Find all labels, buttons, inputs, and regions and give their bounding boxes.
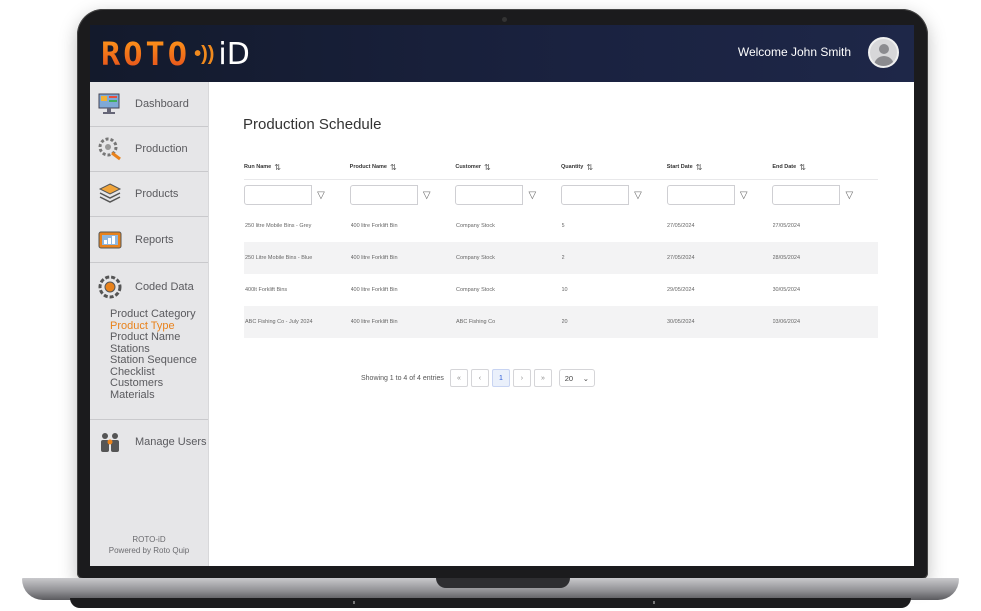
- first-page-button[interactable]: «: [449, 369, 468, 387]
- sidebar-footer: ROTO-iD Powered by Roto Quip: [90, 534, 208, 556]
- filter-input-customer[interactable]: [455, 185, 524, 205]
- sidebar-item-production[interactable]: Production: [90, 127, 208, 172]
- filter-input-end-date[interactable]: [772, 185, 841, 205]
- footer-app-name: ROTO-iD: [132, 535, 166, 544]
- filter-input-quantity[interactable]: [561, 185, 630, 205]
- page-title: Production Schedule: [243, 116, 382, 133]
- table-header: Run Name ⇅ Product Name ⇅ Customer ⇅ Quanti…: [244, 155, 878, 180]
- page-1-button[interactable]: 1: [491, 369, 510, 387]
- products-icon: [97, 181, 123, 207]
- sort-icon: ⇅: [695, 162, 703, 172]
- filter-icon[interactable]: ▽: [735, 185, 753, 205]
- pagination-info: Showing 1 to 4 of 4 entries: [361, 374, 444, 382]
- sidebar-item-label: Production: [135, 143, 188, 155]
- logo-id-text: iD: [218, 36, 250, 72]
- table-row[interactable]: 250 Litre Mobile Bins - Blue 400 litre F…: [244, 242, 878, 274]
- chevron-down-icon: ⌄: [582, 373, 590, 383]
- filter-row: ▽ ▽ ▽ ▽ ▽ ▽: [244, 180, 878, 210]
- next-page-button[interactable]: ›: [512, 369, 531, 387]
- logo-roto-text: ROTO: [101, 35, 191, 73]
- column-header-end-date[interactable]: End Date ⇅: [772, 163, 878, 172]
- sidebar-item-label: Reports: [135, 234, 174, 246]
- last-page-button[interactable]: »: [533, 369, 552, 387]
- table-row[interactable]: 400lt Forklift Bins 400 litre Forklift B…: [244, 274, 878, 306]
- column-header-run-name[interactable]: Run Name ⇅: [244, 163, 350, 172]
- table-row[interactable]: ABC Fishing Co - July 2024 400 litre For…: [244, 306, 878, 338]
- sidebar-item-label: Dashboard: [135, 98, 189, 110]
- sidebar: Dashboard Production Products Reports Co…: [90, 82, 209, 566]
- sidebar-item-label: Products: [135, 188, 179, 200]
- screen: ROTO •)) iD Welcome John Smith Dashboard…: [90, 25, 914, 566]
- column-header-product-name[interactable]: Product Name ⇅: [350, 163, 456, 172]
- welcome-text: Welcome John Smith: [737, 45, 851, 59]
- user-avatar-icon[interactable]: [868, 37, 899, 68]
- laptop-notch: [436, 578, 570, 588]
- submenu-item-product-name[interactable]: Product Name: [110, 331, 197, 344]
- coded-data-submenu: Product Category Product Type Product Na…: [110, 308, 197, 402]
- roto-id-logo[interactable]: ROTO •)) iD: [101, 31, 250, 77]
- footer-powered-by: Powered by Roto Quip: [108, 546, 190, 555]
- production-icon: [97, 136, 123, 162]
- production-schedule-table: Run Name ⇅ Product Name ⇅ Customer ⇅ Quanti…: [244, 155, 878, 338]
- submenu-item-product-category[interactable]: Product Category: [110, 308, 197, 321]
- dashboard-icon: [97, 91, 123, 117]
- pagination: Showing 1 to 4 of 4 entries « ‹ 1 › » 20…: [361, 369, 595, 387]
- sidebar-item-manage-users[interactable]: Manage Users: [90, 419, 208, 464]
- filter-icon[interactable]: ▽: [629, 185, 647, 205]
- sort-icon: ⇅: [484, 162, 491, 172]
- sidebar-item-coded-data[interactable]: Coded Data: [90, 264, 208, 309]
- sidebar-item-products[interactable]: Products: [90, 172, 208, 217]
- sort-icon: ⇅: [586, 162, 594, 172]
- coded-data-icon: [97, 274, 123, 300]
- signal-icon: •)): [194, 42, 215, 65]
- reports-icon: [97, 227, 123, 253]
- table-row[interactable]: 250 litre Mobile Bins - Grey 400 litre F…: [244, 210, 878, 242]
- sidebar-item-label: Coded Data: [135, 280, 194, 293]
- submenu-item-customers[interactable]: Customers: [110, 377, 197, 390]
- sort-icon: ⇅: [274, 162, 281, 172]
- filter-input-run-name[interactable]: [244, 185, 312, 205]
- sidebar-item-reports[interactable]: Reports: [90, 218, 208, 263]
- filter-icon[interactable]: ▽: [523, 185, 541, 205]
- main-content: Production Schedule Run Name ⇅ Product Na…: [209, 82, 914, 566]
- filter-icon[interactable]: ▽: [418, 185, 436, 205]
- filter-input-product-name[interactable]: [349, 185, 418, 205]
- app-header: ROTO •)) iD Welcome John Smith: [90, 25, 914, 82]
- column-header-quantity[interactable]: Quantity ⇅: [561, 163, 667, 172]
- sort-icon: ⇅: [799, 162, 806, 172]
- filter-input-start-date[interactable]: [666, 185, 735, 205]
- page-size-select[interactable]: 20 ⌄: [558, 369, 595, 387]
- manage-users-icon: [97, 429, 123, 455]
- submenu-item-station-sequence[interactable]: Station Sequence: [110, 354, 197, 367]
- sidebar-item-label: Manage Users: [135, 436, 207, 448]
- sidebar-item-dashboard[interactable]: Dashboard: [90, 82, 208, 127]
- sort-icon: ⇅: [389, 162, 397, 172]
- laptop-feet: [70, 598, 911, 608]
- filter-icon[interactable]: ▽: [312, 185, 330, 205]
- column-header-customer[interactable]: Customer ⇅: [455, 163, 561, 172]
- laptop-camera: [502, 17, 507, 22]
- prev-page-button[interactable]: ‹: [470, 369, 489, 387]
- column-header-start-date[interactable]: Start Date ⇅: [667, 163, 773, 172]
- filter-icon[interactable]: ▽: [840, 185, 858, 205]
- submenu-item-materials[interactable]: Materials: [110, 389, 197, 402]
